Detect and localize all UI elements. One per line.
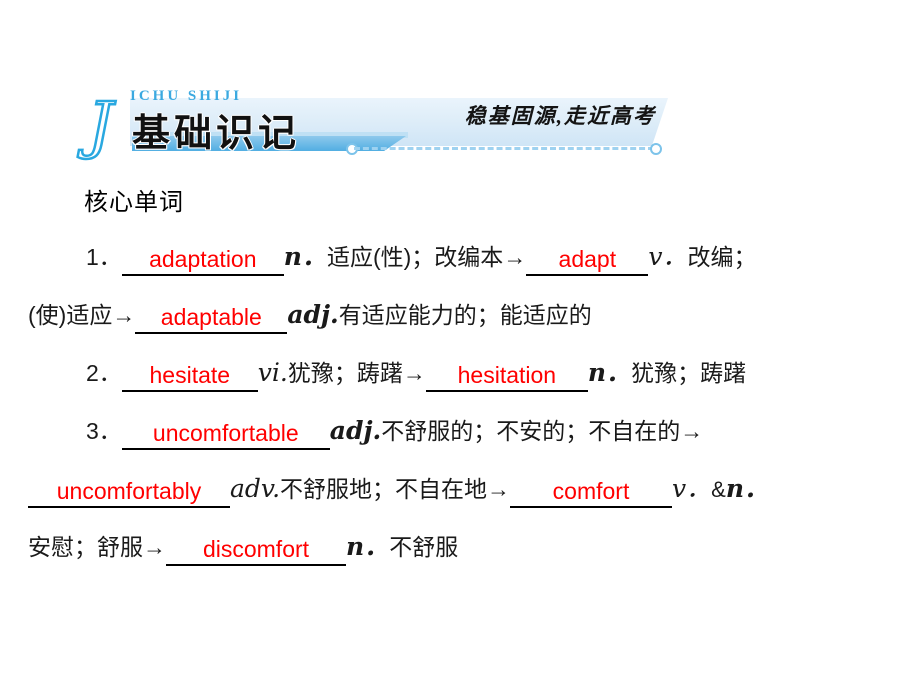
definition-text: 适应(性)；改编本 bbox=[326, 244, 504, 270]
entry-number: 1． bbox=[86, 244, 122, 270]
banner-dashed-rule bbox=[346, 143, 662, 155]
definition-text: 不舒服地；不自在地 bbox=[280, 476, 488, 502]
definition-text: 犹豫；踌躇 bbox=[631, 360, 747, 386]
entry-number: 2． bbox=[86, 360, 122, 386]
derivation-arrow-icon: → bbox=[112, 302, 136, 328]
word-entry: (使)适应→ adaptable adj.有适应能力的；能适应的 bbox=[28, 286, 908, 344]
part-of-speech: adv. bbox=[230, 474, 281, 503]
word-entry: 3． uncomfortable adj.不舒服的；不安的；不自在的→ bbox=[28, 402, 908, 460]
derivation-arrow-icon: → bbox=[680, 418, 704, 444]
derivation-arrow-icon: → bbox=[402, 360, 426, 386]
banner-title: 基础识记 bbox=[132, 113, 301, 155]
part-of-speech: v． bbox=[648, 242, 688, 271]
word-list: 1． adaptation n．适应(性)；改编本→ adapt v．改编； (使)适应→… bbox=[28, 228, 908, 576]
answer-blank[interactable]: uncomfortable bbox=[121, 418, 330, 450]
answer-blank[interactable]: adapt bbox=[526, 244, 649, 276]
part-of-speech: n． bbox=[346, 532, 390, 561]
part-of-speech: n． bbox=[587, 358, 632, 387]
answer-blank[interactable]: adaptation bbox=[121, 244, 284, 276]
definition-text: (使)适应 bbox=[28, 302, 113, 328]
word-entry: uncomfortably adv.不舒服地；不自在地→ comfort v．&n． bbox=[28, 460, 908, 518]
answer-blank[interactable]: adaptable bbox=[135, 302, 288, 334]
derivation-arrow-icon: → bbox=[487, 476, 511, 502]
derivation-arrow-icon: → bbox=[503, 244, 527, 270]
answer-blank[interactable]: comfort bbox=[510, 476, 673, 508]
part-of-speech: v． bbox=[672, 474, 712, 503]
banner-subtitle: 稳基固源,走近高考 bbox=[464, 104, 656, 128]
answer-blank[interactable]: hesitation bbox=[425, 360, 588, 392]
part-of-speech: n． bbox=[283, 242, 327, 271]
definition-text: 安慰；舒服 bbox=[28, 534, 143, 560]
definition-text: 不舒服的；不安的；不自在的 bbox=[381, 418, 681, 444]
definition-text: 有适应能力的；能适应的 bbox=[338, 302, 592, 328]
dash-end-dot-right bbox=[650, 143, 662, 155]
definition-text: 改编； bbox=[687, 244, 757, 270]
answer-blank[interactable]: uncomfortably bbox=[28, 476, 230, 508]
entry-number: 3． bbox=[86, 418, 122, 444]
answer-blank[interactable]: discomfort bbox=[166, 534, 346, 566]
part-of-speech: adj. bbox=[329, 416, 382, 445]
part-of-speech: vi. bbox=[257, 358, 288, 387]
part-of-speech: adj. bbox=[287, 300, 339, 329]
section-banner: J ICHU SHIJI 基础识记 稳基固源,走近高考 bbox=[87, 88, 668, 160]
definition-text: 不舒服 bbox=[389, 534, 459, 560]
word-entry: 2． hesitate vi.犹豫；踌躇→ hesitation n．犹豫；踌躇 bbox=[28, 344, 908, 402]
word-entry: 安慰；舒服→ discomfort n．不舒服 bbox=[28, 518, 908, 576]
ampersand: & bbox=[711, 477, 726, 502]
word-entry: 1． adaptation n．适应(性)；改编本→ adapt v．改编； bbox=[28, 228, 908, 286]
derivation-arrow-icon: → bbox=[143, 534, 166, 560]
definition-text: 犹豫；踌躇 bbox=[287, 360, 403, 386]
part-of-speech: n． bbox=[725, 474, 770, 503]
dash-rule-line bbox=[354, 147, 654, 150]
answer-blank[interactable]: hesitate bbox=[121, 360, 258, 392]
section-heading: 核心单词 bbox=[84, 189, 184, 216]
